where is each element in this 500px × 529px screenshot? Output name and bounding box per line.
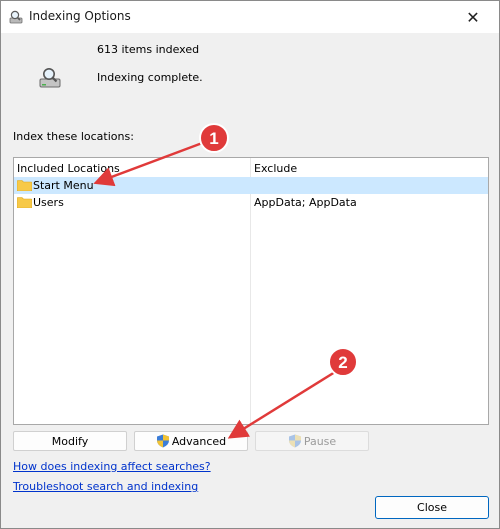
how-indexing-affects-searches-link[interactable]: How does indexing affect searches? [13,460,211,473]
indexing-options-window: Indexing Options ✕ 613 items indexed Ind… [0,0,500,529]
list-item[interactable]: Users AppData; AppData [14,194,488,211]
column-header-included[interactable]: Included Locations [17,162,120,175]
list-header: Included Locations Exclude [14,158,488,178]
locations-label: Index these locations: [13,130,134,143]
indexing-status-text: Indexing complete. [97,71,203,84]
items-indexed-count: 613 items indexed [97,43,200,56]
uac-shield-icon [156,434,169,448]
troubleshoot-link[interactable]: Troubleshoot search and indexing [13,480,198,493]
location-name: Start Menu [33,179,94,192]
column-header-exclude[interactable]: Exclude [254,162,297,175]
modify-label: Modify [51,434,89,448]
close-button[interactable]: Close [375,496,489,519]
magnifier-drive-icon [9,10,23,24]
close-window-button[interactable]: ✕ [455,4,491,30]
window-title: Indexing Options [29,9,131,23]
advanced-button[interactable]: Advanced [134,431,248,451]
advanced-label: Advanced [171,434,227,448]
modify-button[interactable]: Modify [13,431,127,451]
close-icon: ✕ [466,7,480,27]
locations-list[interactable]: Included Locations Exclude Start Menu Us… [13,157,489,425]
indexing-status-icon [39,68,61,88]
folder-icon [17,180,32,191]
pause-label: Pause [303,434,337,448]
location-name: Users [33,196,64,209]
list-item[interactable]: Start Menu [14,177,488,194]
uac-shield-icon [288,434,301,448]
close-label: Close [417,501,447,514]
folder-icon [17,197,32,208]
location-exclude: AppData; AppData [254,196,357,209]
pause-button[interactable]: Pause [255,431,369,451]
title-bar[interactable]: Indexing Options ✕ [1,1,499,33]
